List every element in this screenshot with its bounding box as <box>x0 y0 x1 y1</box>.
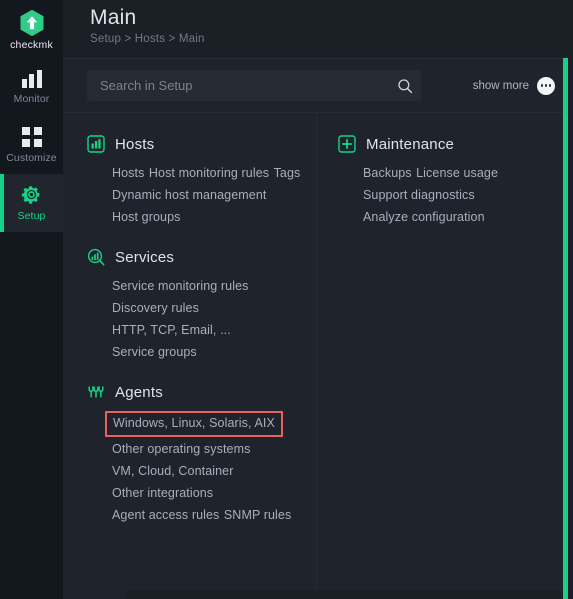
group-hosts-items: Hosts Host monitoring rules Tags Dynamic… <box>87 162 316 228</box>
menu-item-host-groups[interactable]: Host groups <box>112 206 181 228</box>
search-icon[interactable] <box>397 78 413 94</box>
menu-item-windows-linux-solaris-aix[interactable]: Windows, Linux, Solaris, AIX <box>105 411 283 437</box>
gear-icon <box>21 186 40 204</box>
right-column: Maintenance Backups License usage Suppor… <box>316 113 573 599</box>
menu-item-http-tcp-email[interactable]: HTTP, TCP, Email, ... <box>112 319 231 341</box>
group-services-header[interactable]: Services <box>87 248 316 266</box>
group-hosts-title: Hosts <box>115 135 155 153</box>
menu-item-dynamic-host-management[interactable]: Dynamic host management <box>112 184 266 206</box>
maintenance-plus-icon <box>338 135 356 153</box>
checkmk-setup-page: checkmk Monitor Customize Setup Main Set… <box>0 0 573 599</box>
sidebar-item-setup-label: Setup <box>17 210 46 222</box>
group-hosts-header[interactable]: Hosts <box>87 135 316 153</box>
menu-item-hosts[interactable]: Hosts <box>112 162 144 184</box>
checkmk-logo-label: checkmk <box>10 39 53 51</box>
services-magnifier-icon <box>87 248 105 266</box>
menu-item-other-operating-systems[interactable]: Other operating systems <box>112 438 250 460</box>
menu-item-snmp-rules[interactable]: SNMP rules <box>224 504 291 526</box>
page-header: Main Setup > Hosts > Main <box>63 0 573 58</box>
sidebar-item-monitor-label: Monitor <box>13 92 50 105</box>
left-column: Hosts Hosts Host monitoring rules Tags D… <box>63 113 316 599</box>
menu-item-vm-cloud-container[interactable]: VM, Cloud, Container <box>112 460 234 482</box>
checkmk-logo[interactable]: checkmk <box>0 0 63 58</box>
sidebar-item-monitor[interactable]: Monitor <box>0 58 63 116</box>
search-toolbar: show more <box>63 58 573 113</box>
agents-plug-icon <box>88 386 104 398</box>
group-maintenance-header[interactable]: Maintenance <box>338 135 573 153</box>
show-more-button[interactable]: show more <box>472 76 555 95</box>
group-services-items: Service monitoring rules Discovery rules… <box>87 275 316 363</box>
menu-item-agent-access-rules[interactable]: Agent access rules <box>112 504 219 526</box>
group-hosts: Hosts Hosts Host monitoring rules Tags D… <box>87 135 316 228</box>
main-sidebar: checkmk Monitor Customize Setup <box>0 0 63 599</box>
group-maintenance-items: Backups License usage Support diagnostic… <box>338 162 573 228</box>
group-services-title: Services <box>115 248 175 266</box>
menu-item-discovery-rules[interactable]: Discovery rules <box>112 297 199 319</box>
main-content: Main Setup > Hosts > Main show more <box>63 0 573 599</box>
group-maintenance: Maintenance Backups License usage Suppor… <box>338 135 573 228</box>
menu-item-analyze-configuration[interactable]: Analyze configuration <box>363 206 485 228</box>
ellipsis-icon[interactable] <box>537 76 555 95</box>
group-services: Services Service monitoring rules Discov… <box>87 248 316 363</box>
search-field-wrapper[interactable] <box>87 70 421 101</box>
menu-item-other-integrations[interactable]: Other integrations <box>112 482 213 504</box>
menu-columns: Hosts Hosts Host monitoring rules Tags D… <box>63 113 573 599</box>
menu-item-tags[interactable]: Tags <box>274 162 301 184</box>
checkmk-logo-icon <box>20 9 43 37</box>
bottom-strip <box>126 590 563 599</box>
group-agents-header[interactable]: Agents <box>87 383 316 401</box>
menu-item-license-usage[interactable]: License usage <box>416 162 498 184</box>
sidebar-item-setup[interactable]: Setup <box>0 174 63 232</box>
page-title: Main <box>90 6 137 29</box>
group-agents: Agents Windows, Linux, Solaris, AIX Othe… <box>87 383 316 526</box>
menu-item-host-monitoring-rules[interactable]: Host monitoring rules <box>149 162 269 184</box>
hosts-bar-chart-icon <box>87 135 105 153</box>
menu-item-support-diagnostics[interactable]: Support diagnostics <box>363 184 475 206</box>
group-agents-title: Agents <box>115 383 163 401</box>
group-agents-items: Windows, Linux, Solaris, AIX Other opera… <box>87 410 316 526</box>
bar-chart-icon <box>21 69 42 88</box>
search-input[interactable] <box>100 78 397 93</box>
sidebar-item-customize[interactable]: Customize <box>0 116 63 174</box>
grid-icon <box>21 126 42 147</box>
setup-mode-accent-rail <box>563 58 568 599</box>
menu-item-service-monitoring-rules[interactable]: Service monitoring rules <box>112 275 248 297</box>
sidebar-item-customize-label: Customize <box>6 151 57 164</box>
menu-item-backups[interactable]: Backups <box>363 162 412 184</box>
right-edge-filler <box>568 0 573 599</box>
show-more-label: show more <box>472 79 529 92</box>
menu-item-service-groups[interactable]: Service groups <box>112 341 197 363</box>
breadcrumb: Setup > Hosts > Main <box>90 33 205 45</box>
group-maintenance-title: Maintenance <box>366 135 455 153</box>
